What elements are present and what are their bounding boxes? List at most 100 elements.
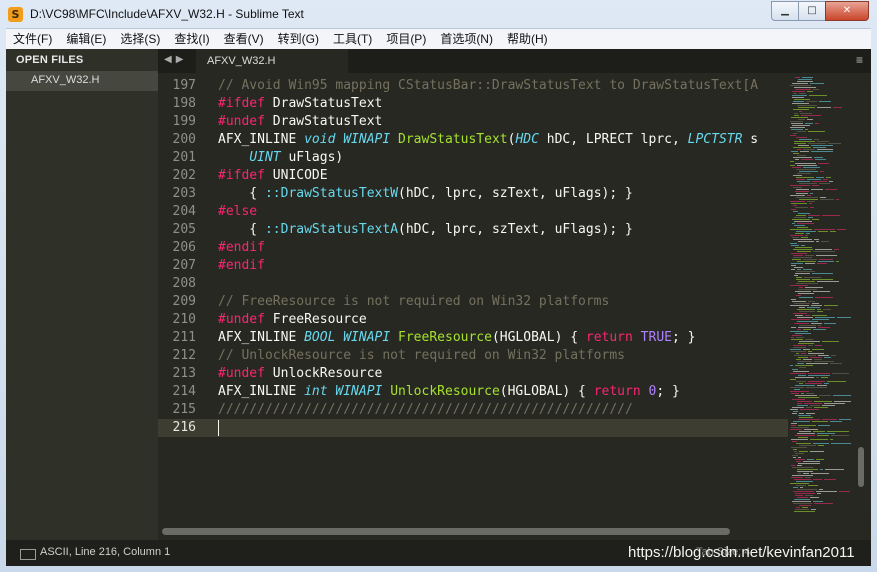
minimap-stroke [810, 497, 819, 498]
maximize-button[interactable]: □ [798, 1, 826, 21]
code-line[interactable]: 207 #endif [158, 257, 788, 275]
minimap[interactable] [788, 73, 853, 523]
minimap-stroke [812, 315, 827, 316]
minimap-stroke [799, 287, 803, 288]
code-token: // FreeResource is not required on Win32… [218, 294, 610, 309]
code-line[interactable]: 215 /////////////////////////////////////… [158, 401, 788, 419]
minimap-stroke [806, 407, 812, 408]
vertical-scrollbar[interactable] [854, 73, 871, 523]
minimap-stroke [795, 377, 814, 378]
line-number: 213 [172, 366, 196, 381]
code-line[interactable]: 212 // UnlockResource is not required on … [158, 347, 788, 365]
minimap-stroke [794, 355, 816, 356]
minimap-stroke [813, 329, 826, 330]
code-line[interactable]: 213 #undef UnlockResource [158, 365, 788, 383]
minimap-stroke [822, 419, 837, 420]
minimap-stroke [814, 401, 832, 402]
minimap-stroke [812, 185, 819, 186]
chevron-left-icon[interactable]: ◀ [164, 54, 176, 65]
minimap-stroke [837, 317, 851, 318]
code-line[interactable]: 205 { ::DrawStatusTextA(hDC, lprc, szTex… [158, 221, 788, 239]
menu-item-5[interactable]: 转到(G) [271, 29, 326, 49]
code-editor[interactable]: 197 // Avoid Win95 mapping CStatusBar::Dr… [158, 73, 871, 540]
minimap-stroke [798, 361, 812, 362]
minimap-stroke [795, 509, 809, 510]
menu-bar: 文件(F) 编辑(E) 选择(S) 查找(I) 查看(V) 转到(G) 工具(T) 项目(P)… [6, 28, 871, 49]
menu-item-0[interactable]: 文件(F) [6, 29, 59, 49]
minimap-stroke [796, 271, 815, 272]
menu-item-1[interactable]: 编辑(E) [59, 29, 113, 49]
code-line[interactable]: 199 #undef DrawStatusText [158, 113, 788, 131]
menu-item-3[interactable]: 查找(I) [167, 29, 216, 49]
menu-item-9[interactable]: 帮助(H) [500, 29, 555, 49]
minimap-stroke [808, 345, 813, 346]
code-line[interactable]: 214 AFX_INLINE int WINAPI UnlockResource(… [158, 383, 788, 401]
minimap-stroke [817, 149, 833, 150]
close-button[interactable]: ✕ [825, 1, 869, 21]
code-token: (HGLOBAL) { [499, 384, 594, 399]
code-line[interactable]: 216 [158, 419, 788, 437]
minimap-stroke [817, 493, 821, 494]
code-line[interactable]: 210 #undef FreeResource [158, 311, 788, 329]
code-line[interactable]: 198 #ifdef DrawStatusText [158, 95, 788, 113]
minimap-stroke [817, 107, 831, 108]
minimap-stroke [797, 261, 816, 262]
menu-item-2[interactable]: 选择(S) [113, 29, 167, 49]
code-line[interactable]: 202 #ifdef UNICODE [158, 167, 788, 185]
line-number: 200 [172, 132, 196, 147]
menu-item-7[interactable]: 项目(P) [379, 29, 433, 49]
minimap-stroke [832, 373, 849, 374]
minimap-stroke [806, 413, 815, 414]
minimap-stroke [792, 369, 798, 370]
code-line[interactable]: 204 #else [158, 203, 788, 221]
code-token: (hDC, lprc, szText, uFlags); } [398, 186, 633, 201]
minimap-stroke [793, 187, 802, 188]
horizontal-scrollbar[interactable] [158, 525, 788, 539]
minimap-stroke [797, 317, 813, 318]
code-line[interactable]: 201 UINT uFlags) [158, 149, 788, 167]
minimap-stroke [791, 253, 807, 254]
title-bar[interactable]: S D:\VC98\MFC\Include\AFXV_W32.H - Subli… [0, 0, 877, 28]
app-window: S D:\VC98\MFC\Include\AFXV_W32.H - Subli… [0, 0, 877, 572]
hamburger-menu-icon[interactable]: ≡ [856, 53, 863, 67]
code-token: FreeResource [398, 330, 492, 345]
menu-item-8[interactable]: 首选项(N) [433, 29, 500, 49]
code-line[interactable]: 197 // Avoid Win95 mapping CStatusBar::Dr… [158, 77, 788, 95]
code-line[interactable]: 203 { ::DrawStatusTextW(hDC, lprc, szTex… [158, 185, 788, 203]
code-line[interactable]: 200 AFX_INLINE void WINAPI DrawStatusText… [158, 131, 788, 149]
chevron-right-icon[interactable]: ▶ [176, 54, 188, 65]
minimap-stroke [791, 203, 807, 204]
sidebar-file-item[interactable]: AFXV_W32.H [6, 71, 158, 91]
minimap-stroke [800, 487, 803, 488]
minimap-stroke [794, 221, 812, 222]
minimap-stroke [791, 423, 797, 424]
minimap-stroke [812, 421, 828, 422]
code-token: #endif [218, 258, 265, 273]
code-line[interactable]: 206 #endif [158, 239, 788, 257]
minimap-stroke [796, 283, 818, 284]
minimap-stroke [799, 311, 815, 312]
tab-afxv-w32[interactable]: AFXV_W32.H [196, 49, 348, 73]
minimap-stroke [795, 273, 810, 274]
console-toggle-icon[interactable] [20, 549, 36, 560]
code-area[interactable]: 197 // Avoid Win95 mapping CStatusBar::Dr… [158, 77, 788, 437]
code-line[interactable]: 208 [158, 275, 788, 293]
minimap-stroke [796, 179, 805, 180]
minimap-stroke [791, 319, 810, 320]
minimize-button[interactable]: ▁ [771, 1, 799, 21]
minimap-stroke [827, 431, 849, 432]
menu-item-4[interactable]: 查看(V) [217, 29, 271, 49]
minimap-stroke [794, 323, 809, 324]
minimap-stroke [807, 201, 815, 202]
line-number: 209 [172, 294, 196, 309]
code-line[interactable]: 209 // FreeResource is not required on Wi… [158, 293, 788, 311]
menu-item-6[interactable]: 工具(T) [326, 29, 379, 49]
minimap-stroke [830, 439, 833, 440]
horizontal-scroll-thumb[interactable] [162, 528, 730, 535]
code-token: #ifdef [218, 96, 265, 111]
minimap-stroke [793, 205, 797, 206]
code-line[interactable]: 211 AFX_INLINE BOOL WINAPI FreeResource(H… [158, 329, 788, 347]
vertical-scroll-thumb[interactable] [858, 447, 864, 487]
minimap-stroke [794, 225, 805, 226]
minimap-stroke [797, 321, 818, 322]
